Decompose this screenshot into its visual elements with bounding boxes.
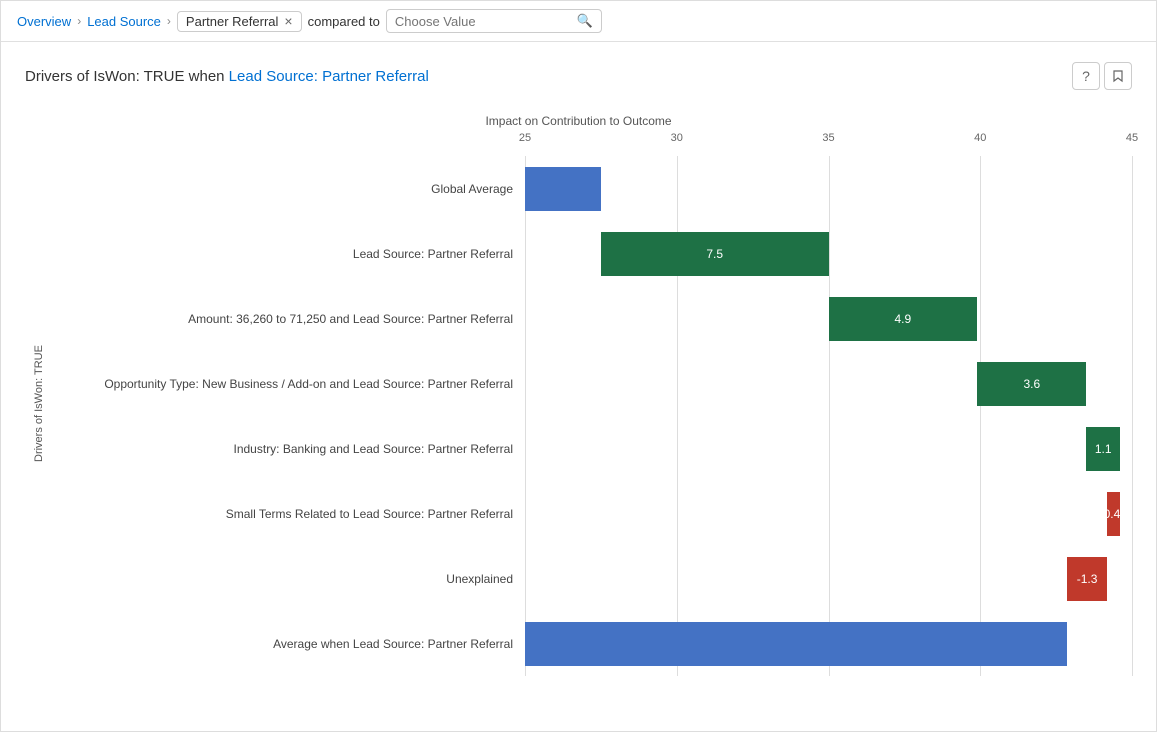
bar-track: 1.1 <box>525 427 1132 471</box>
help-button[interactable]: ? <box>1072 62 1100 90</box>
bar-row: Global Average <box>45 156 1132 221</box>
bar-row: Average when Lead Source: Partner Referr… <box>45 611 1132 676</box>
bar-rect <box>525 167 601 211</box>
compared-to-label: compared to <box>308 14 380 29</box>
bar-rect <box>525 622 1067 666</box>
chart-wrapper: Drivers of IsWon: TRUE 25 30 35 40 45 <box>25 132 1132 676</box>
bar-track <box>525 622 1132 666</box>
choose-value-input[interactable]: 🔍 <box>386 9 602 33</box>
bar-label: Average when Lead Source: Partner Referr… <box>45 637 525 651</box>
x-tick-45: 45 <box>1126 132 1138 144</box>
breadcrumb-close-button[interactable]: × <box>284 14 292 28</box>
x-tick-35: 35 <box>822 132 834 144</box>
breadcrumb-filter-value: Partner Referral <box>186 14 278 29</box>
breadcrumb-lead-source[interactable]: Lead Source <box>87 14 161 29</box>
chart-x-axis-title: Impact on Contribution to Outcome <box>25 114 1132 128</box>
search-icon: 🔍 <box>577 13 593 29</box>
bar-row: Lead Source: Partner Referral 7.5 <box>45 221 1132 286</box>
bookmark-icon <box>1111 69 1125 83</box>
main-content: Drivers of IsWon: TRUE when Lead Source:… <box>1 42 1156 696</box>
bar-track: -0.43 <box>525 492 1132 536</box>
bar-track: 4.9 <box>525 297 1132 341</box>
choose-value-field[interactable] <box>395 14 571 29</box>
main-container: Overview › Lead Source › Partner Referra… <box>0 0 1157 732</box>
bar-label: Opportunity Type: New Business / Add-on … <box>45 377 525 391</box>
page-header: Drivers of IsWon: TRUE when Lead Source:… <box>25 62 1132 90</box>
bar-row: Opportunity Type: New Business / Add-on … <box>45 351 1132 416</box>
bar-rect: -0.43 <box>1107 492 1120 536</box>
bar-label: Industry: Banking and Lead Source: Partn… <box>45 442 525 456</box>
bar-rect: 3.6 <box>977 362 1086 406</box>
bar-track: 7.5 <box>525 232 1132 276</box>
header-icons: ? <box>1072 62 1132 90</box>
bar-rect: 7.5 <box>601 232 829 276</box>
bar-track: 3.6 <box>525 362 1132 406</box>
bar-track <box>525 167 1132 211</box>
bar-row: Industry: Banking and Lead Source: Partn… <box>45 416 1132 481</box>
bars-render-area: Global Average Lead Source: Partner Refer… <box>45 156 1132 676</box>
page-title: Drivers of IsWon: TRUE when Lead Source:… <box>25 68 429 85</box>
page-title-link[interactable]: Lead Source: Partner Referral <box>229 68 429 85</box>
bar-row: Unexplained -1.3 <box>45 546 1132 611</box>
breadcrumb-bar: Overview › Lead Source › Partner Referra… <box>1 1 1156 42</box>
bar-rect: -1.3 <box>1067 557 1106 601</box>
bar-label: Small Terms Related to Lead Source: Part… <box>45 507 525 521</box>
bar-rect: 1.1 <box>1086 427 1119 471</box>
breadcrumb-sep-1: › <box>77 14 81 28</box>
page-title-static: Drivers of IsWon: TRUE when <box>25 68 229 85</box>
x-tick-25: 25 <box>519 132 531 144</box>
bookmark-button[interactable] <box>1104 62 1132 90</box>
bar-track: -1.3 <box>525 557 1132 601</box>
bar-label: Amount: 36,260 to 71,250 and Lead Source… <box>45 312 525 326</box>
bar-row: Amount: 36,260 to 71,250 and Lead Source… <box>45 286 1132 351</box>
bars-container: Global Average Lead Source: Partner Refer… <box>45 156 1132 676</box>
chart-inner: 25 30 35 40 45 <box>45 132 1132 676</box>
x-tick-40: 40 <box>974 132 986 144</box>
breadcrumb-sep-2: › <box>167 14 171 28</box>
bar-rect: 4.9 <box>829 297 978 341</box>
chart-area: Impact on Contribution to Outcome Driver… <box>25 114 1132 676</box>
bar-label: Unexplained <box>45 572 525 586</box>
bar-label: Lead Source: Partner Referral <box>45 247 525 261</box>
breadcrumb-overview[interactable]: Overview <box>17 14 71 29</box>
x-tick-30: 30 <box>671 132 683 144</box>
bar-label: Global Average <box>45 182 525 196</box>
breadcrumb-chip: Partner Referral × <box>177 11 302 32</box>
bar-row: Small Terms Related to Lead Source: Part… <box>45 481 1132 546</box>
y-axis-label: Drivers of IsWon: TRUE <box>25 132 45 676</box>
